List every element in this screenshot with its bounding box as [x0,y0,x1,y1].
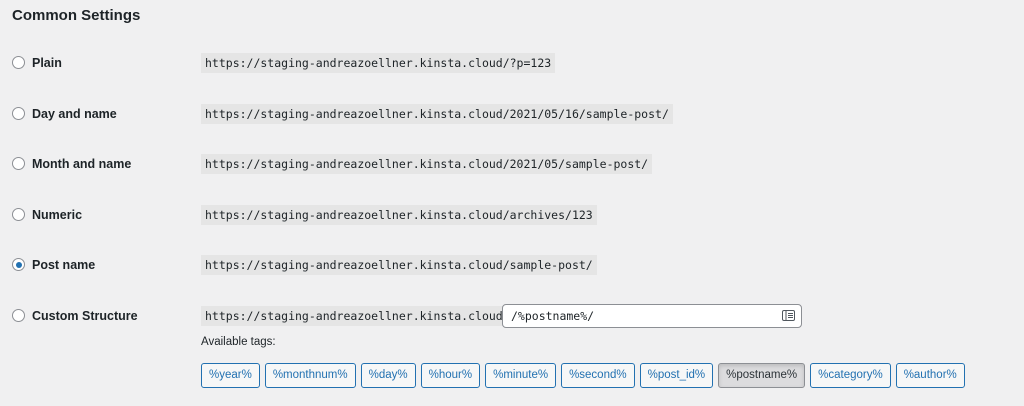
tag-post-id-button[interactable]: %post_id% [639,363,714,388]
option-label-month-and-name[interactable]: Month and name [32,156,131,172]
tag-category-button[interactable]: %category% [810,363,891,388]
url-example-plain: https://staging-andreazoellner.kinsta.cl… [201,53,556,73]
option-post-name[interactable]: Post name https://staging-andreazoellner… [0,253,1024,277]
url-example-post-name: https://staging-andreazoellner.kinsta.cl… [201,255,597,275]
tag-second-button[interactable]: %second% [561,363,635,388]
radio-month-and-name[interactable] [12,157,25,170]
tag-minute-button[interactable]: %minute% [485,363,557,388]
radio-numeric[interactable] [12,208,25,221]
form-field-icon [782,310,795,321]
option-plain[interactable]: Plain https://staging-andreazoellner.kin… [0,51,1024,75]
option-numeric[interactable]: Numeric https://staging-andreazoellner.k… [0,203,1024,227]
tag-hour-button[interactable]: %hour% [420,363,481,388]
option-label-post-name[interactable]: Post name [32,257,95,273]
radio-plain[interactable] [12,56,25,69]
radio-post-name[interactable] [12,258,25,271]
url-example-day-and-name: https://staging-andreazoellner.kinsta.cl… [201,104,673,124]
option-day-and-name[interactable]: Day and name https://staging-andreazoell… [0,102,1024,126]
url-example-month-and-name: https://staging-andreazoellner.kinsta.cl… [201,154,653,174]
option-month-and-name[interactable]: Month and name https://staging-andreazoe… [0,152,1024,176]
available-tags-label: Available tags: [201,336,276,348]
option-label-numeric[interactable]: Numeric [32,207,82,223]
tag-postname-button[interactable]: %postname% [718,363,806,388]
radio-day-and-name[interactable] [12,107,25,120]
radio-custom-structure[interactable] [12,309,25,322]
option-label-plain[interactable]: Plain [32,55,62,71]
option-label-day-and-name[interactable]: Day and name [32,106,117,122]
available-tags-list: %year% %monthnum% %day% %hour% %minute% … [201,363,965,388]
section-title: Common Settings [12,7,141,24]
custom-structure-value: /%postname%/ [511,309,595,323]
tag-author-button[interactable]: %author% [895,363,965,388]
tag-day-button[interactable]: %day% [360,363,416,388]
url-base-custom-structure: https://staging-andreazoellner.kinsta.cl… [201,306,507,326]
tag-monthnum-button[interactable]: %monthnum% [264,363,356,388]
url-example-numeric: https://staging-andreazoellner.kinsta.cl… [201,205,597,225]
option-label-custom-structure[interactable]: Custom Structure [32,308,138,324]
tag-year-button[interactable]: %year% [201,363,260,388]
custom-structure-input[interactable]: /%postname%/ [502,304,802,328]
